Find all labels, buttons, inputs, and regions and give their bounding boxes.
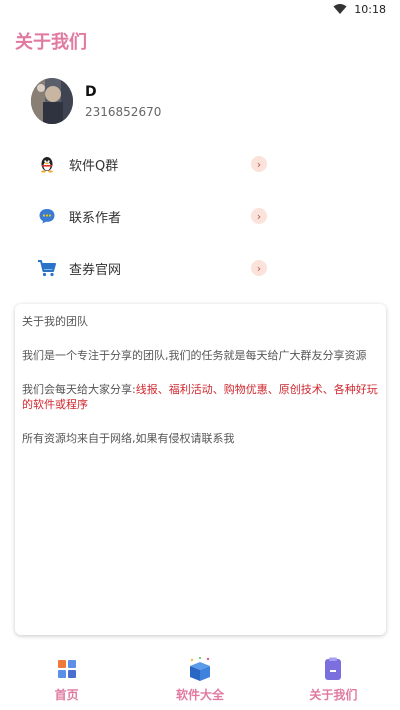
nav-label-about: 关于我们 [309,688,358,702]
about-card: 关于我的团队 我们是一个专注于分享的团队,我们的任务就是每天给广大群友分享资源 … [15,304,386,635]
status-time: 10:18 [354,2,386,16]
menu-item-contact-author[interactable]: 联系作者 › [37,204,267,228]
about-share-prefix: 我们会每天给大家分享: [22,383,136,396]
profile-name: D [85,84,97,100]
menu-item-coupon-site[interactable]: 查券官网 › [37,256,267,280]
about-title: 关于我的团队 [22,315,88,328]
menu-label-coupon-site: 查券官网 [69,262,122,278]
about-disclaimer: 所有资源均来自于网络,如果有侵权请联系我 [22,432,235,445]
nav-item-home[interactable]: 首页 [0,650,133,710]
nav-item-about[interactable]: 关于我们 [267,650,400,710]
profile-id: 2316852670 [85,105,162,119]
wifi-icon [333,4,347,14]
status-bar: 10:18 [0,0,400,18]
about-intro: 我们是一个专注于分享的团队,我们的任务就是每天给广大群友分享资源 [22,349,367,362]
gift-box-icon [187,656,213,682]
bottom-nav: 首页 软件大全 关于我们 [0,650,400,710]
chevron-right-icon: › [251,156,267,172]
shopping-cart-icon [37,258,57,278]
nav-label-home: 首页 [54,688,79,702]
nav-label-software: 软件大全 [175,688,224,702]
menu-label-contact-author: 联系作者 [69,210,122,226]
clipboard-icon [320,656,346,682]
avatar-image [31,78,73,124]
menu-item-qq-group[interactable]: 软件Q群 › [37,152,267,176]
home-grid-icon [54,656,80,682]
chat-bubble-icon [37,206,57,226]
about-screen: 10:18 关于我们 D 2316852670 软件Q群 › 联系作者 › 查券… [0,0,400,710]
nav-item-software[interactable]: 软件大全 [133,650,266,710]
page-title: 关于我们 [15,32,87,53]
about-share: 我们会每天给大家分享:线报、福利活动、购物优惠、原创技术、各种好玩的软件或程序 [22,382,379,412]
profile-section: D 2316852670 [31,78,161,124]
chevron-right-icon: › [251,260,267,276]
qq-penguin-icon [37,154,57,174]
chevron-right-icon: › [251,208,267,224]
menu-label-qq-group: 软件Q群 [69,158,119,174]
avatar[interactable] [31,78,73,124]
